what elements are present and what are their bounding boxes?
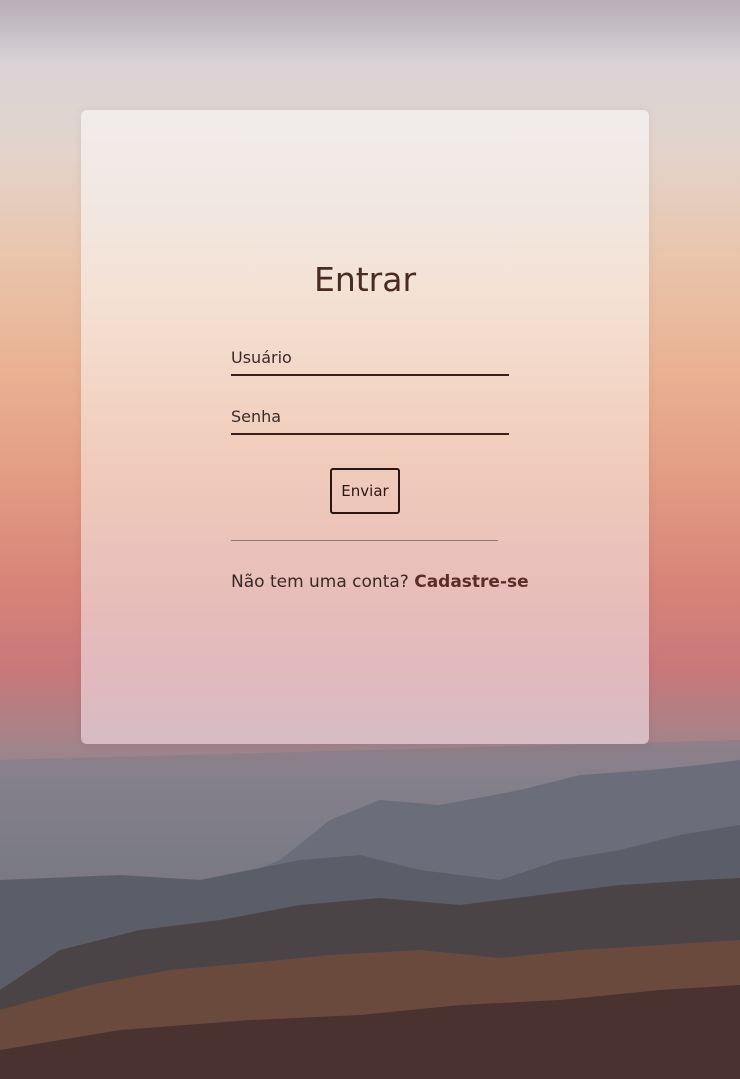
page-background: Entrar Enviar Não tem uma conta? Cadastr…: [0, 0, 740, 1079]
login-card: Entrar Enviar Não tem uma conta? Cadastr…: [81, 110, 649, 744]
username-input[interactable]: [231, 342, 509, 372]
signup-line: Não tem uma conta? Cadastre-se: [231, 572, 529, 592]
password-field: [231, 401, 509, 435]
password-input[interactable]: [231, 401, 509, 431]
divider: [231, 540, 498, 541]
submit-button[interactable]: Enviar: [330, 468, 400, 514]
username-field: [231, 342, 509, 376]
login-title: Entrar: [313, 260, 417, 299]
signup-prompt: Não tem uma conta?: [231, 572, 409, 592]
signup-link[interactable]: Cadastre-se: [414, 572, 528, 592]
